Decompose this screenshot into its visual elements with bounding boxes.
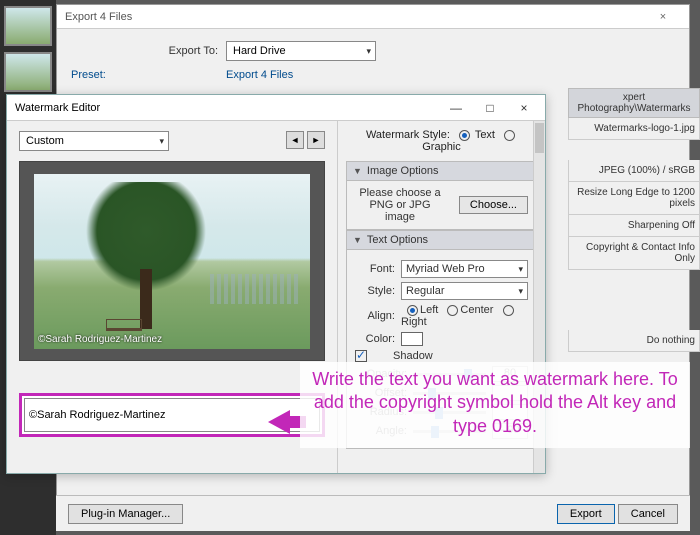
minimize-button[interactable]: — xyxy=(439,101,473,115)
export-summary-panel: xpert Photography\Watermarks Watermarks-… xyxy=(568,88,700,352)
font-style-dropdown[interactable]: Regular ▾ xyxy=(401,282,528,300)
style-graphic-radio[interactable] xyxy=(504,130,515,141)
export-to-value: Hard Drive xyxy=(233,45,286,57)
close-button[interactable]: × xyxy=(507,101,541,115)
export-close-button[interactable]: × xyxy=(645,11,681,23)
shadow-checkbox[interactable] xyxy=(355,350,367,362)
disclosure-triangle-icon: ▼ xyxy=(353,235,362,245)
align-right-radio[interactable] xyxy=(503,305,514,316)
watermark-preset-dropdown[interactable]: Custom ▾ xyxy=(19,131,169,151)
image-hint: Please choose a PNG or JPG image xyxy=(355,187,445,223)
export-path: xpert Photography\Watermarks xyxy=(568,88,700,118)
files-count-label: Export 4 Files xyxy=(226,69,293,81)
choose-image-button[interactable]: Choose... xyxy=(459,196,528,214)
style-text-radio[interactable] xyxy=(459,130,470,141)
align-left-radio[interactable] xyxy=(407,305,418,316)
image-options-label: Image Options xyxy=(367,165,439,177)
maximize-button[interactable]: □ xyxy=(473,101,507,115)
cancel-button[interactable]: Cancel xyxy=(618,504,678,524)
export-title: Export 4 Files xyxy=(65,11,132,23)
watermark-preset-value: Custom xyxy=(26,135,64,147)
font-dropdown[interactable]: Myriad Web Pro ▾ xyxy=(401,260,528,278)
shadow-label: Shadow xyxy=(393,350,433,362)
annotation-arrow-icon xyxy=(268,410,290,434)
watermark-title: Watermark Editor xyxy=(15,102,100,114)
font-style-value: Regular xyxy=(406,285,445,297)
color-swatch[interactable] xyxy=(401,332,423,346)
preview-photo: ©Sarah Rodriguez-Martinez xyxy=(34,174,310,349)
export-titlebar: Export 4 Files × xyxy=(57,5,689,29)
chevron-down-icon: ▾ xyxy=(518,264,523,275)
watermark-titlebar: Watermark Editor — □ × xyxy=(7,95,545,121)
export-format[interactable]: JPEG (100%) / sRGB xyxy=(568,160,700,182)
image-options-header[interactable]: ▼ Image Options xyxy=(346,161,537,181)
plugin-manager-button[interactable]: Plug-in Manager... xyxy=(68,504,183,524)
style-text-label: Text xyxy=(475,129,495,141)
chevron-down-icon: ▾ xyxy=(518,286,523,297)
align-label: Align: xyxy=(355,310,395,322)
color-label: Color: xyxy=(355,333,395,345)
thumbnail[interactable] xyxy=(4,52,52,92)
preview-watermark-text: ©Sarah Rodriguez-Martinez xyxy=(38,334,162,345)
style-graphic-label: Graphic xyxy=(422,141,461,153)
export-resize[interactable]: Resize Long Edge to 1200 pixels xyxy=(568,182,700,215)
chevron-down-icon: ▾ xyxy=(159,136,164,147)
export-button[interactable]: Export xyxy=(557,504,615,524)
chevron-down-icon: ▾ xyxy=(366,46,371,57)
preview-prev-button[interactable]: ◄ xyxy=(286,131,304,149)
preset-label: Preset: xyxy=(71,69,106,81)
font-value: Myriad Web Pro xyxy=(406,263,485,275)
export-to-dropdown[interactable]: Hard Drive ▾ xyxy=(226,41,376,61)
disclosure-triangle-icon: ▼ xyxy=(353,166,362,176)
watermark-style-label: Watermark Style: xyxy=(366,129,450,141)
annotation-text: Write the text you want as watermark her… xyxy=(300,362,690,448)
export-sharpen[interactable]: Sharpening Off xyxy=(568,215,700,237)
align-center-label: Center xyxy=(460,304,493,316)
preview-next-button[interactable]: ► xyxy=(307,131,325,149)
align-right-label: Right xyxy=(401,316,427,328)
font-label: Font: xyxy=(355,263,395,275)
export-filename[interactable]: Watermarks-logo-1.jpg xyxy=(568,118,700,140)
align-center-radio[interactable] xyxy=(447,305,458,316)
thumbnail[interactable] xyxy=(4,6,52,46)
export-metadata[interactable]: Copyright & Contact Info Only xyxy=(568,237,700,270)
export-bottom-bar: Plug-in Manager... Export Cancel xyxy=(56,495,690,531)
watermark-preview: ©Sarah Rodriguez-Martinez xyxy=(19,161,325,361)
export-postprocess[interactable]: Do nothing xyxy=(568,330,700,352)
align-left-label: Left xyxy=(420,304,438,316)
export-to-label: Export To: xyxy=(71,45,226,57)
font-style-label: Style: xyxy=(355,285,395,297)
text-options-header[interactable]: ▼ Text Options xyxy=(346,230,537,250)
text-options-label: Text Options xyxy=(367,234,428,246)
